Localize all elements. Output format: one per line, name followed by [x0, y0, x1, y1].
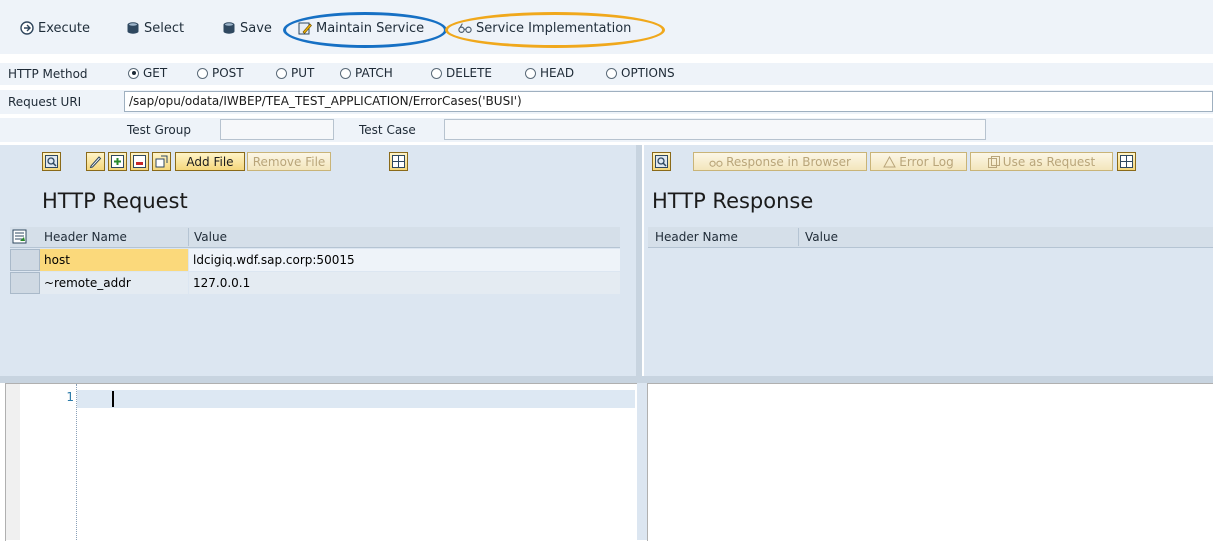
execute-label: Execute [38, 20, 90, 36]
test-case-label: Test Case [359, 123, 416, 137]
text-cursor [112, 391, 114, 407]
radio-options[interactable]: OPTIONS [606, 66, 675, 80]
edit-button[interactable] [86, 152, 105, 171]
radio-icon [197, 67, 208, 79]
response-column-header-name[interactable]: Header Name [655, 230, 738, 244]
pencil-icon [89, 156, 102, 168]
http-method-label: HTTP Method [8, 67, 88, 81]
radio-patch[interactable]: PATCH [340, 66, 393, 80]
add-file-button[interactable]: Add File [175, 152, 245, 171]
header-value-cell[interactable]: 127.0.0.1 [189, 272, 620, 294]
remove-file-button[interactable]: Remove File [247, 152, 331, 171]
save-label: Save [240, 20, 272, 36]
column-divider [188, 228, 189, 246]
current-line-highlight [77, 390, 635, 408]
editor-splitter[interactable] [637, 383, 647, 540]
radio-put-label: PUT [291, 66, 315, 80]
radio-delete-label: DELETE [446, 66, 493, 80]
radio-selected-icon [128, 67, 139, 79]
save-button[interactable]: Save [222, 17, 272, 39]
radio-patch-label: PATCH [355, 66, 393, 80]
test-group-label: Test Group [127, 123, 191, 137]
http-response-title: HTTP Response [652, 189, 814, 213]
radio-get[interactable]: GET [128, 66, 167, 80]
details-button[interactable] [42, 152, 61, 171]
layout-icon [1120, 155, 1133, 168]
radio-head-label: HEAD [540, 66, 575, 80]
magnifier-icon [655, 155, 668, 168]
row-selector[interactable] [10, 272, 40, 294]
execute-button[interactable]: Execute [20, 17, 90, 39]
response-body-viewer[interactable] [647, 383, 1213, 541]
error-log-label: Error Log [899, 154, 954, 169]
delete-row-button[interactable] [130, 152, 149, 171]
radio-get-label: GET [143, 66, 168, 80]
response-in-browser-label: Response in Browser [726, 154, 851, 169]
request-uri-label: Request URI [8, 95, 82, 109]
service-implementation-highlight [445, 12, 665, 48]
line-number-gutter [20, 384, 77, 540]
response-column-value[interactable]: Value [805, 230, 838, 244]
editor-fold-gutter [6, 384, 20, 540]
add-header-button[interactable] [152, 152, 171, 171]
column-header-name[interactable]: Header Name [44, 230, 127, 244]
maintain-service-highlight [283, 12, 447, 48]
http-request-title: HTTP Request [42, 189, 188, 213]
layout-icon [392, 155, 405, 168]
radio-icon [276, 67, 287, 79]
select-all-button[interactable] [12, 229, 28, 245]
radio-icon [606, 67, 617, 79]
header-name-cell[interactable]: ~remote_addr [40, 272, 188, 294]
radio-options-label: OPTIONS [621, 66, 675, 80]
request-uri-input[interactable]: /sap/opu/odata/IWBEP/TEA_TEST_APPLICATIO… [124, 91, 1213, 112]
radio-put[interactable]: PUT [276, 66, 314, 80]
test-group-input[interactable] [220, 119, 334, 140]
column-value[interactable]: Value [194, 230, 227, 244]
line-number: 1 [66, 390, 74, 404]
use-as-request-label: Use as Request [1002, 154, 1096, 169]
magnifier-icon [45, 155, 58, 168]
execute-icon [20, 21, 34, 35]
vertical-splitter[interactable] [636, 145, 642, 379]
database-icon [127, 22, 139, 34]
radio-delete[interactable]: DELETE [431, 66, 492, 80]
request-layout-button[interactable] [389, 152, 408, 171]
radio-post[interactable]: POST [197, 66, 244, 80]
select-button[interactable]: Select [126, 17, 184, 39]
radio-post-label: POST [212, 66, 244, 80]
document-icon [155, 155, 168, 168]
warning-icon [883, 155, 897, 167]
insert-row-icon [111, 155, 124, 168]
radio-icon [431, 67, 442, 79]
radio-head[interactable]: HEAD [525, 66, 574, 80]
column-divider [798, 228, 799, 246]
radio-icon [525, 67, 536, 79]
response-layout-button[interactable] [1117, 152, 1136, 171]
test-case-input[interactable] [444, 119, 986, 140]
glasses-icon [709, 160, 723, 167]
select-all-icon [12, 229, 27, 244]
use-as-request-button[interactable]: Use as Request [970, 152, 1113, 171]
http-response-panel [644, 145, 1213, 376]
horizontal-splitter[interactable] [0, 376, 1213, 383]
copy-icon [987, 155, 1000, 168]
insert-row-button[interactable] [108, 152, 127, 171]
radio-icon [340, 67, 351, 79]
response-details-button[interactable] [652, 152, 671, 171]
header-value-cell[interactable]: ldcigiq.wdf.sap.corp:50015 [189, 249, 620, 271]
row-selector[interactable] [10, 249, 40, 271]
database-icon [223, 22, 235, 34]
header-name-cell[interactable]: host [40, 249, 188, 271]
delete-row-icon [133, 155, 146, 168]
select-label: Select [144, 20, 185, 36]
response-in-browser-button[interactable]: Response in Browser [693, 152, 867, 171]
error-log-button[interactable]: Error Log [870, 152, 967, 171]
